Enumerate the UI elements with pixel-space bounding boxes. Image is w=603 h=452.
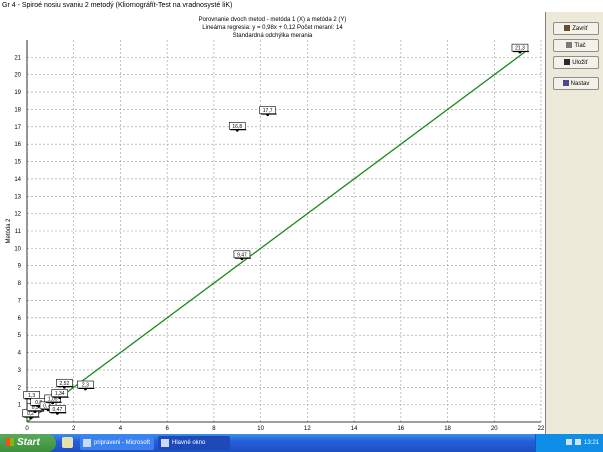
clock: 13:21 bbox=[583, 440, 599, 446]
data-label: 0,47 bbox=[53, 407, 63, 413]
x-tick-label: 4 bbox=[119, 426, 123, 432]
y-tick-label: 9 bbox=[18, 264, 22, 270]
start-button[interactable]: Start bbox=[0, 434, 56, 452]
y-tick-label: 10 bbox=[14, 246, 21, 252]
x-tick-label: 6 bbox=[166, 426, 170, 432]
chart-header: Porovnanie dvoch metod - metóda 1 (X) a … bbox=[0, 16, 545, 40]
data-label: 9,47 bbox=[237, 252, 247, 258]
data-label: 1,34 bbox=[55, 391, 65, 397]
y-tick-label: 12 bbox=[14, 212, 21, 218]
settings-button-label: Nastav bbox=[570, 81, 590, 87]
y-tick-label: 20 bbox=[14, 73, 21, 79]
y-tick-label: 21 bbox=[14, 55, 21, 61]
close-button-label: Zavriť bbox=[572, 26, 588, 32]
settings-icon bbox=[562, 80, 569, 87]
taskbar-item-main-window[interactable]: Hlavné okno bbox=[158, 436, 230, 450]
printer-icon bbox=[566, 42, 573, 49]
x-tick-label: 10 bbox=[257, 426, 264, 432]
y-tick-label: 14 bbox=[14, 177, 21, 183]
print-button-label: Tlač bbox=[574, 43, 586, 49]
taskbar-item-word[interactable]: pripraveni - Microsoft bbox=[80, 436, 154, 450]
y-tick-label: 2 bbox=[18, 385, 22, 391]
word-icon bbox=[83, 439, 91, 447]
save-icon bbox=[564, 59, 571, 66]
quicklaunch-desktop-icon[interactable] bbox=[62, 437, 73, 448]
x-tick-label: 20 bbox=[491, 426, 498, 432]
settings-button[interactable]: Nastav bbox=[553, 77, 599, 90]
window-title: Gr 4 - Spiroé nosiu svaniu 2 metodý (Kli… bbox=[2, 2, 233, 9]
x-tick-label: 16 bbox=[397, 426, 404, 432]
tray-volume-icon[interactable] bbox=[574, 439, 581, 446]
x-tick-label: 12 bbox=[304, 426, 311, 432]
y-tick-label: 17 bbox=[14, 125, 21, 131]
y-tick-label: 1 bbox=[18, 403, 22, 409]
x-tick-label: 2 bbox=[72, 426, 76, 432]
y-tick-label: 6 bbox=[18, 316, 22, 322]
x-tick-label: 0 bbox=[25, 426, 29, 432]
data-label: 17,7 bbox=[263, 108, 273, 114]
app-icon bbox=[161, 439, 169, 447]
x-tick-label: 22 bbox=[538, 426, 545, 432]
save-button-label: Uložiť bbox=[572, 60, 588, 66]
y-tick-label: 5 bbox=[18, 333, 22, 339]
chart-header-line2: Lineárna regresia: y = 0,98x + 0,12 Poče… bbox=[202, 25, 343, 31]
save-button[interactable]: Uložiť bbox=[553, 56, 599, 69]
taskbar: Start pripraveni - Microsoft Hlavné okno… bbox=[0, 434, 603, 452]
chart-header-line3: Standardná odchýlka merania bbox=[232, 33, 313, 39]
y-tick-label: 8 bbox=[18, 281, 22, 287]
y-tick-label: 4 bbox=[18, 351, 22, 357]
y-tick-label: 16 bbox=[14, 142, 21, 148]
y-tick-label: 15 bbox=[14, 160, 21, 166]
y-tick-label: 7 bbox=[18, 298, 22, 304]
x-tick-label: 18 bbox=[444, 426, 451, 432]
y-axis-label: Metóda 2 bbox=[6, 218, 12, 244]
data-label: 0,2 bbox=[27, 411, 34, 417]
data-label: 16,8 bbox=[232, 124, 242, 130]
close-button[interactable]: Zavriť bbox=[553, 22, 599, 35]
chart-header-line1: Porovnanie dvoch metod - metóda 1 (X) a … bbox=[198, 17, 347, 23]
data-label: 21,3 bbox=[515, 46, 525, 52]
window-titlebar: Gr 4 - Spiroé nosiu svaniu 2 metodý (Kli… bbox=[0, 0, 603, 12]
data-label: 1,3 bbox=[28, 393, 35, 399]
data-label: 2,52 bbox=[60, 381, 70, 387]
x-tick-label: 14 bbox=[351, 426, 358, 432]
data-label: 2,3 bbox=[82, 383, 89, 389]
door-icon bbox=[564, 25, 571, 32]
side-panel: Zavriť Tlač Uložiť Nastav bbox=[546, 12, 603, 434]
taskbar-item-word-label: pripraveni - Microsoft bbox=[94, 440, 151, 446]
start-label: Start bbox=[17, 437, 40, 448]
tray-network-icon[interactable] bbox=[565, 439, 572, 446]
x-tick-label: 8 bbox=[212, 426, 216, 432]
windows-logo-icon bbox=[6, 438, 14, 446]
system-tray: 13:21 bbox=[535, 434, 603, 452]
y-tick-label: 11 bbox=[15, 229, 22, 235]
print-button[interactable]: Tlač bbox=[553, 39, 599, 52]
y-tick-label: 19 bbox=[14, 90, 21, 96]
chart-window: 0 2 4 6 8 10 12 14 16 18 20 22 1 2 3 4 5 6 7 8 9 10 11 12 13 14 15… bbox=[0, 12, 546, 434]
taskbar-item-main-window-label: Hlavné okno bbox=[172, 440, 206, 446]
y-tick-label: 18 bbox=[14, 107, 21, 113]
regression-chart: 0 2 4 6 8 10 12 14 16 18 20 22123456789101112131415… bbox=[6, 40, 545, 432]
y-tick-label: 13 bbox=[14, 194, 21, 200]
y-tick-label: 3 bbox=[18, 368, 22, 374]
